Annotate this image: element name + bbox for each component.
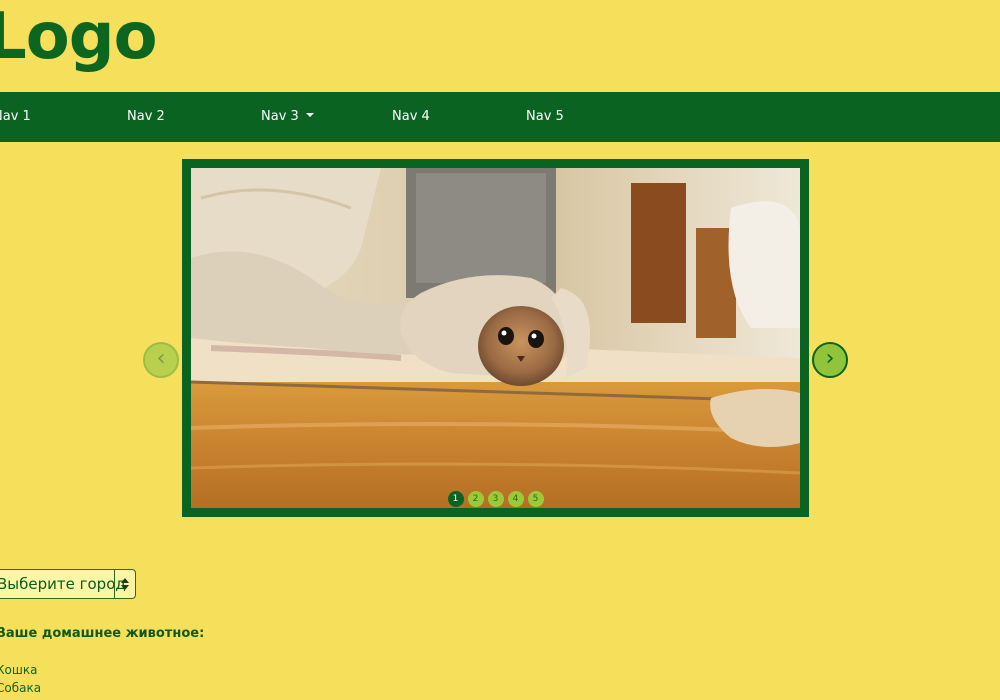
slider-dot-1[interactable]: 1 — [447, 491, 464, 507]
pet-option-cat[interactable]: Кошка — [0, 663, 37, 677]
slider-dot-4[interactable]: 4 — [507, 491, 524, 507]
nav-item-label: Nav 4 — [392, 109, 430, 124]
select-arrows-icon — [114, 570, 135, 598]
pet-question-label: Ваше домашнее животное: — [0, 626, 205, 641]
nav-item-5[interactable]: Nav 5 — [526, 92, 564, 142]
nav-item-label: Nav 5 — [526, 109, 564, 124]
nav-item-2[interactable]: Nav 2 — [127, 92, 165, 142]
slider-next-button[interactable]: › — [812, 342, 848, 378]
slide-image-cat: 12345 — [191, 168, 800, 508]
slider-dot-5[interactable]: 5 — [527, 491, 544, 507]
nav-item-label: Nav 1 — [0, 109, 31, 124]
city-select-value: Выберите город — [0, 575, 126, 593]
slider-dot-3[interactable]: 3 — [487, 491, 504, 507]
slider-prev-button[interactable]: ‹ — [143, 342, 179, 378]
caret-down-icon — [305, 113, 314, 117]
main-navigation: Nav 1 Nav 2 Nav 3 Nav 4 Nav 5 — [0, 92, 1000, 142]
nav-item-4[interactable]: Nav 4 — [392, 92, 430, 142]
caret-up-icon — [121, 578, 129, 583]
image-slider: 12345 — [182, 159, 809, 517]
chevron-right-icon: › — [825, 346, 835, 371]
nav-item-1[interactable]: Nav 1 — [0, 92, 31, 142]
slider-pagination: 12345 — [191, 491, 800, 507]
caret-down-icon — [121, 585, 129, 590]
nav-item-label: Nav 3 — [261, 109, 299, 124]
pet-option-dog[interactable]: Собака — [0, 681, 41, 695]
cat-photo — [191, 168, 800, 508]
nav-item-label: Nav 2 — [127, 109, 165, 124]
city-select[interactable]: Выберите город — [0, 569, 136, 599]
logo[interactable]: Logo — [0, 0, 158, 78]
slider-dot-2[interactable]: 2 — [467, 491, 484, 507]
nav-item-3[interactable]: Nav 3 — [261, 92, 314, 142]
chevron-left-icon: ‹ — [156, 346, 166, 371]
